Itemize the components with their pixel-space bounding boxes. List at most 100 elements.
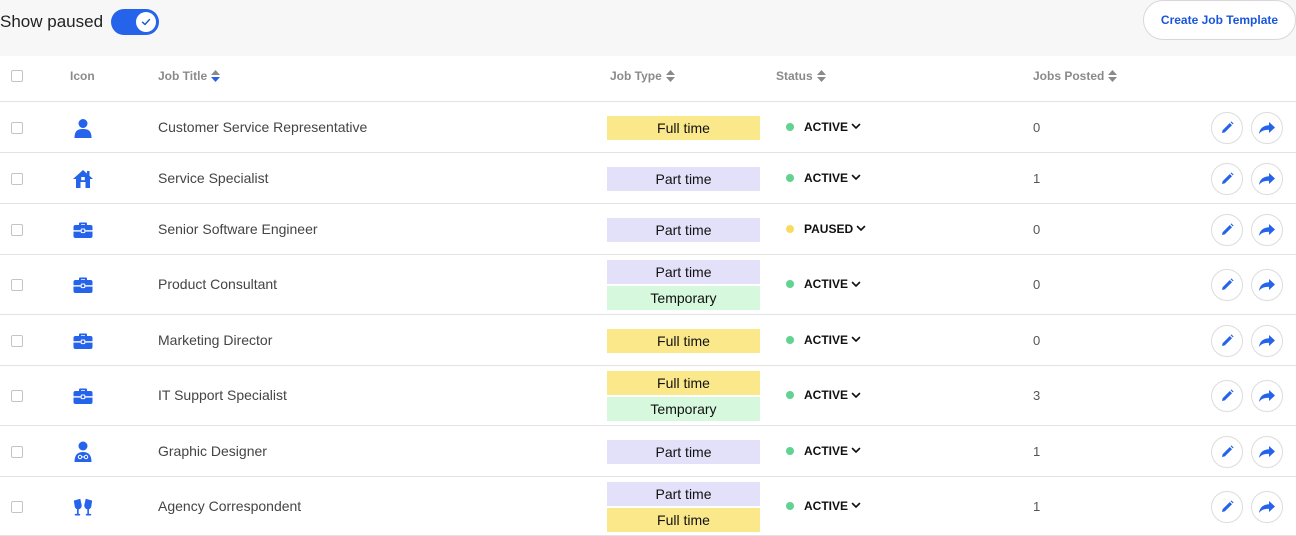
- edit-button[interactable]: [1211, 269, 1243, 301]
- job-type-tags: Part time: [607, 217, 760, 242]
- share-arrow-icon: [1259, 500, 1275, 513]
- chevron-down-icon: [851, 123, 861, 129]
- share-button[interactable]: [1251, 162, 1283, 195]
- jobs-posted-count: 0: [1033, 119, 1041, 135]
- status-label: ACTIVE: [804, 170, 849, 185]
- job-title: Customer Service Representative: [158, 118, 368, 135]
- column-header-job-title[interactable]: Job Title: [158, 69, 221, 83]
- status-label: ACTIVE: [804, 443, 849, 458]
- show-paused-toggle[interactable]: [111, 9, 160, 35]
- show-paused-control: Show paused: [0, 9, 160, 35]
- status-label: PAUSED: [804, 221, 854, 236]
- job-type-tag: Part time: [607, 166, 760, 191]
- status-dropdown[interactable]: ACTIVE: [786, 444, 861, 458]
- sort-icon: [1108, 70, 1118, 82]
- jobs-posted-count: 3: [1033, 388, 1041, 403]
- share-arrow-icon: [1259, 172, 1275, 185]
- job-type-tags: Full time: [607, 115, 760, 140]
- table-row: IT Support Specialist Full time Temporary…: [0, 366, 1296, 426]
- row-checkbox[interactable]: [11, 445, 23, 458]
- share-arrow-icon: [1259, 279, 1275, 291]
- jobs-posted-count: 1: [1033, 498, 1041, 514]
- select-all-checkbox[interactable]: [11, 70, 23, 82]
- share-button[interactable]: [1251, 269, 1283, 301]
- column-header-icon: Icon: [70, 69, 95, 83]
- status-dropdown[interactable]: ACTIVE: [786, 333, 861, 347]
- edit-button[interactable]: [1211, 213, 1243, 246]
- share-button[interactable]: [1251, 435, 1283, 468]
- edit-button[interactable]: [1211, 111, 1243, 144]
- status-dot: [786, 391, 794, 399]
- job-title: Graphic Designer: [158, 442, 267, 459]
- row-checkbox[interactable]: [11, 223, 23, 236]
- pencil-icon: [1222, 389, 1234, 401]
- edit-button[interactable]: [1211, 380, 1243, 412]
- column-header-job-type-label: Job Type: [610, 69, 662, 83]
- share-arrow-icon: [1259, 334, 1275, 347]
- person-icon: [72, 118, 94, 138]
- share-button[interactable]: [1251, 380, 1283, 412]
- status-dropdown[interactable]: ACTIVE: [786, 388, 861, 402]
- create-job-template-button[interactable]: Create Job Template: [1143, 0, 1296, 40]
- job-title: Product Consultant: [158, 276, 278, 292]
- status-label: ACTIVE: [804, 388, 849, 402]
- job-type-tag: Temporary: [607, 286, 760, 310]
- pencil-icon: [1222, 171, 1234, 184]
- jobs-posted-count: 1: [1033, 443, 1041, 459]
- job-type-tag: Temporary: [607, 397, 760, 421]
- job-type-tag: Full time: [607, 371, 760, 395]
- pencil-icon: [1222, 444, 1234, 457]
- column-header-jobs-posted-label: Jobs Posted: [1033, 69, 1105, 83]
- jobs-posted-count: 0: [1033, 277, 1041, 292]
- job-type-tag: Full time: [607, 115, 760, 140]
- chevron-down-icon: [851, 281, 861, 287]
- row-checkbox[interactable]: [11, 172, 23, 185]
- status-dropdown[interactable]: ACTIVE: [786, 499, 861, 513]
- share-arrow-icon: [1259, 223, 1275, 236]
- job-type-tags: Full time: [607, 328, 760, 353]
- row-checkbox[interactable]: [11, 279, 23, 291]
- edit-button[interactable]: [1211, 435, 1243, 468]
- job-title: Service Specialist: [158, 169, 269, 186]
- job-type-tag: Full time: [607, 507, 760, 532]
- job-type-tags: Full time Temporary: [607, 371, 760, 421]
- status-dot: [786, 173, 794, 182]
- column-header-icon-label: Icon: [70, 69, 95, 83]
- sort-icon: [211, 70, 221, 82]
- share-arrow-icon: [1259, 445, 1275, 458]
- share-button[interactable]: [1251, 324, 1283, 357]
- column-header-status-label: Status: [776, 69, 813, 83]
- status-dropdown[interactable]: PAUSED: [786, 222, 866, 236]
- row-checkbox[interactable]: [11, 390, 23, 402]
- row-checkbox[interactable]: [11, 500, 23, 513]
- column-header-status[interactable]: Status: [776, 69, 826, 83]
- row-checkbox[interactable]: [11, 121, 23, 134]
- status-dot: [786, 280, 794, 288]
- briefcase-icon: [72, 331, 94, 351]
- sort-icon: [816, 70, 826, 82]
- status-dot: [786, 501, 794, 510]
- edit-button[interactable]: [1211, 162, 1243, 195]
- pencil-icon: [1222, 222, 1234, 235]
- job-title: IT Support Specialist: [158, 387, 287, 403]
- job-type-tag: Full time: [607, 328, 760, 353]
- share-button[interactable]: [1251, 213, 1283, 246]
- chevron-down-icon: [851, 336, 861, 342]
- status-dropdown[interactable]: ACTIVE: [786, 277, 861, 291]
- edit-button[interactable]: [1211, 324, 1243, 357]
- column-header-jobs-posted[interactable]: Jobs Posted: [1033, 69, 1118, 83]
- column-header-job-type[interactable]: Job Type: [610, 69, 675, 83]
- share-button[interactable]: [1251, 111, 1283, 144]
- jobs-posted-count: 0: [1033, 221, 1041, 237]
- jobs-posted-count: 1: [1033, 170, 1041, 186]
- status-dropdown[interactable]: ACTIVE: [786, 171, 861, 185]
- job-title: Agency Correspondent: [158, 497, 302, 514]
- row-checkbox[interactable]: [11, 334, 23, 347]
- status-dropdown[interactable]: ACTIVE: [786, 120, 861, 134]
- edit-button[interactable]: [1211, 490, 1243, 523]
- share-button[interactable]: [1251, 490, 1283, 523]
- status-label: ACTIVE: [804, 119, 849, 134]
- share-arrow-icon: [1259, 121, 1275, 134]
- table-header: Icon Job Title Job Type Status Jobs Post…: [0, 56, 1296, 102]
- sort-icon: [665, 70, 675, 82]
